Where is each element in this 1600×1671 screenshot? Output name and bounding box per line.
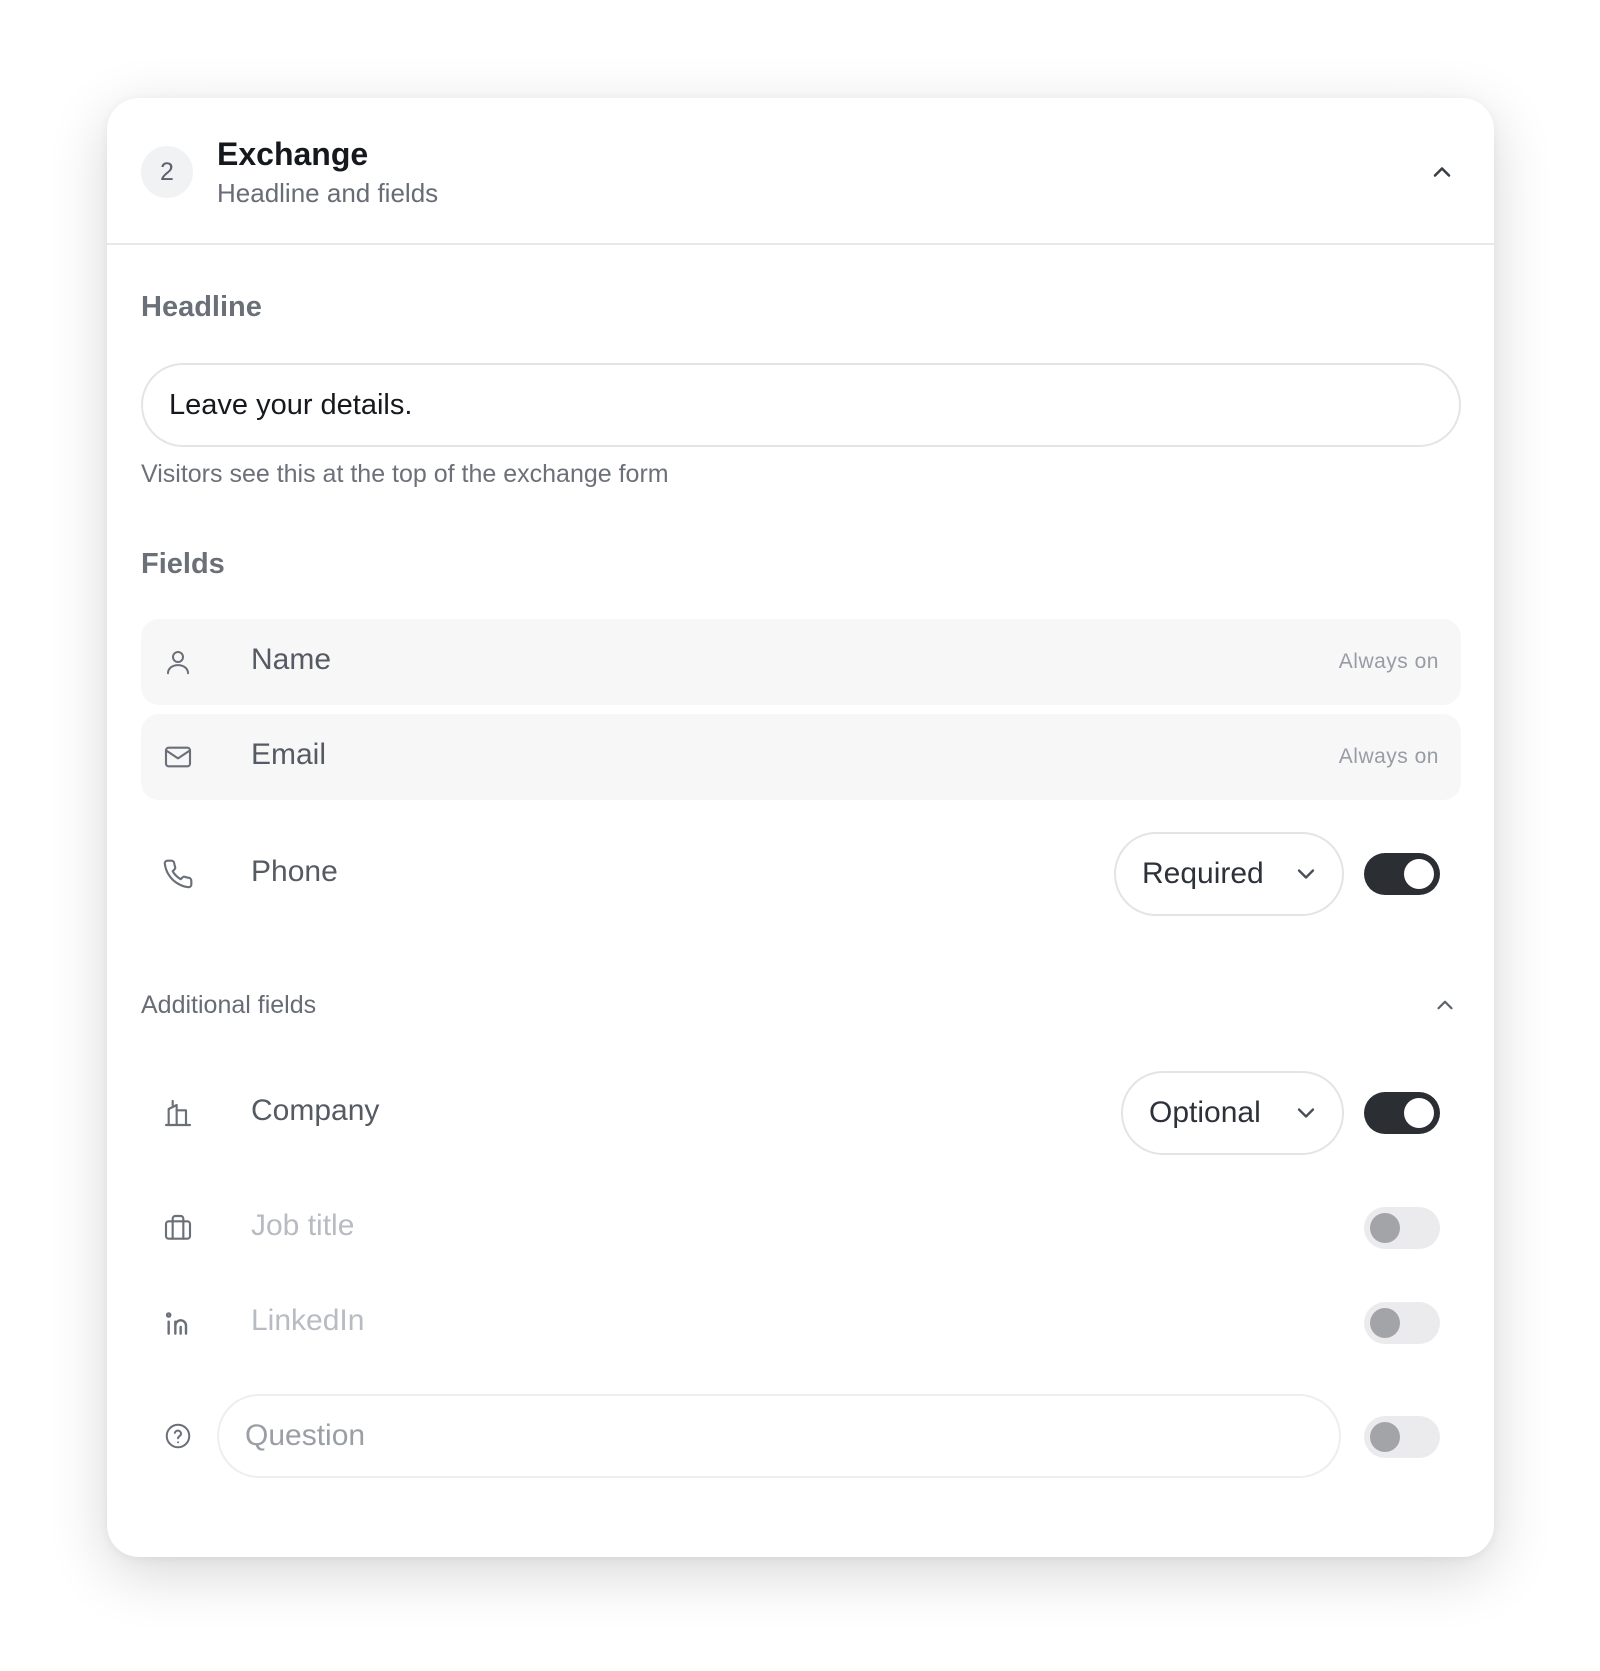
field-email-status: Always on [1338, 745, 1439, 768]
chevron-down-icon [1297, 869, 1315, 879]
phone-enabled-toggle[interactable] [1364, 853, 1440, 895]
exchange-settings-card: 2 Exchange Headline and fields Headline … [107, 98, 1494, 1557]
field-row-company: Company Optional [141, 1070, 1461, 1156]
toggle-knob [1370, 1213, 1400, 1243]
field-job-title-label: Job title [251, 1209, 355, 1242]
briefcase-icon [161, 1211, 195, 1245]
field-email-label: Email [251, 738, 327, 771]
field-name-label: Name [251, 643, 332, 676]
field-row-name: Name Always on [141, 619, 1461, 705]
company-requirement-select[interactable]: Optional [1121, 1071, 1344, 1155]
building-icon [161, 1096, 195, 1130]
mail-icon [161, 740, 195, 774]
field-company-label: Company [251, 1094, 380, 1127]
phone-requirement-select[interactable]: Required [1114, 832, 1344, 916]
section-subtitle: Headline and fields [217, 178, 439, 208]
question-input[interactable]: Question [217, 1394, 1341, 1478]
job-title-enabled-toggle[interactable] [1364, 1207, 1440, 1249]
toggle-knob [1404, 1098, 1434, 1128]
additional-fields-label: Additional fields [141, 991, 317, 1019]
chevron-up-icon[interactable] [1428, 158, 1456, 186]
headline-input-value: Leave your details. [169, 388, 413, 421]
phone-requirement-value: Required [1142, 857, 1264, 890]
question-input-placeholder: Question [245, 1419, 366, 1452]
toggle-knob [1404, 859, 1434, 889]
user-icon [161, 645, 195, 679]
headline-helper-text: Visitors see this at the top of the exch… [141, 460, 669, 488]
company-requirement-value: Optional [1149, 1096, 1261, 1129]
field-phone-label: Phone [251, 855, 338, 888]
toggle-knob [1370, 1422, 1400, 1452]
linkedin-enabled-toggle[interactable] [1364, 1302, 1440, 1344]
field-row-job-title: Job title [141, 1185, 1461, 1271]
chevron-down-icon [1297, 1108, 1315, 1118]
field-linkedin-label: LinkedIn [251, 1304, 365, 1337]
headline-input[interactable]: Leave your details. [141, 363, 1461, 447]
company-enabled-toggle[interactable] [1364, 1092, 1440, 1134]
field-row-phone: Phone Required [141, 831, 1461, 917]
section-title: Exchange [217, 136, 369, 172]
help-circle-icon [161, 1419, 195, 1453]
question-enabled-toggle[interactable] [1364, 1416, 1440, 1458]
phone-icon [161, 857, 195, 891]
headline-label: Headline [141, 291, 262, 323]
step-number-badge: 2 [141, 146, 193, 198]
section-header[interactable]: 2 Exchange Headline and fields [107, 98, 1494, 245]
field-row-email: Email Always on [141, 714, 1461, 800]
field-row-linkedin: LinkedIn [141, 1280, 1461, 1366]
fields-label: Fields [141, 548, 225, 580]
field-name-status: Always on [1338, 650, 1439, 673]
toggle-knob [1370, 1308, 1400, 1338]
linkedin-icon [161, 1306, 195, 1340]
chevron-up-icon[interactable] [1432, 992, 1458, 1018]
